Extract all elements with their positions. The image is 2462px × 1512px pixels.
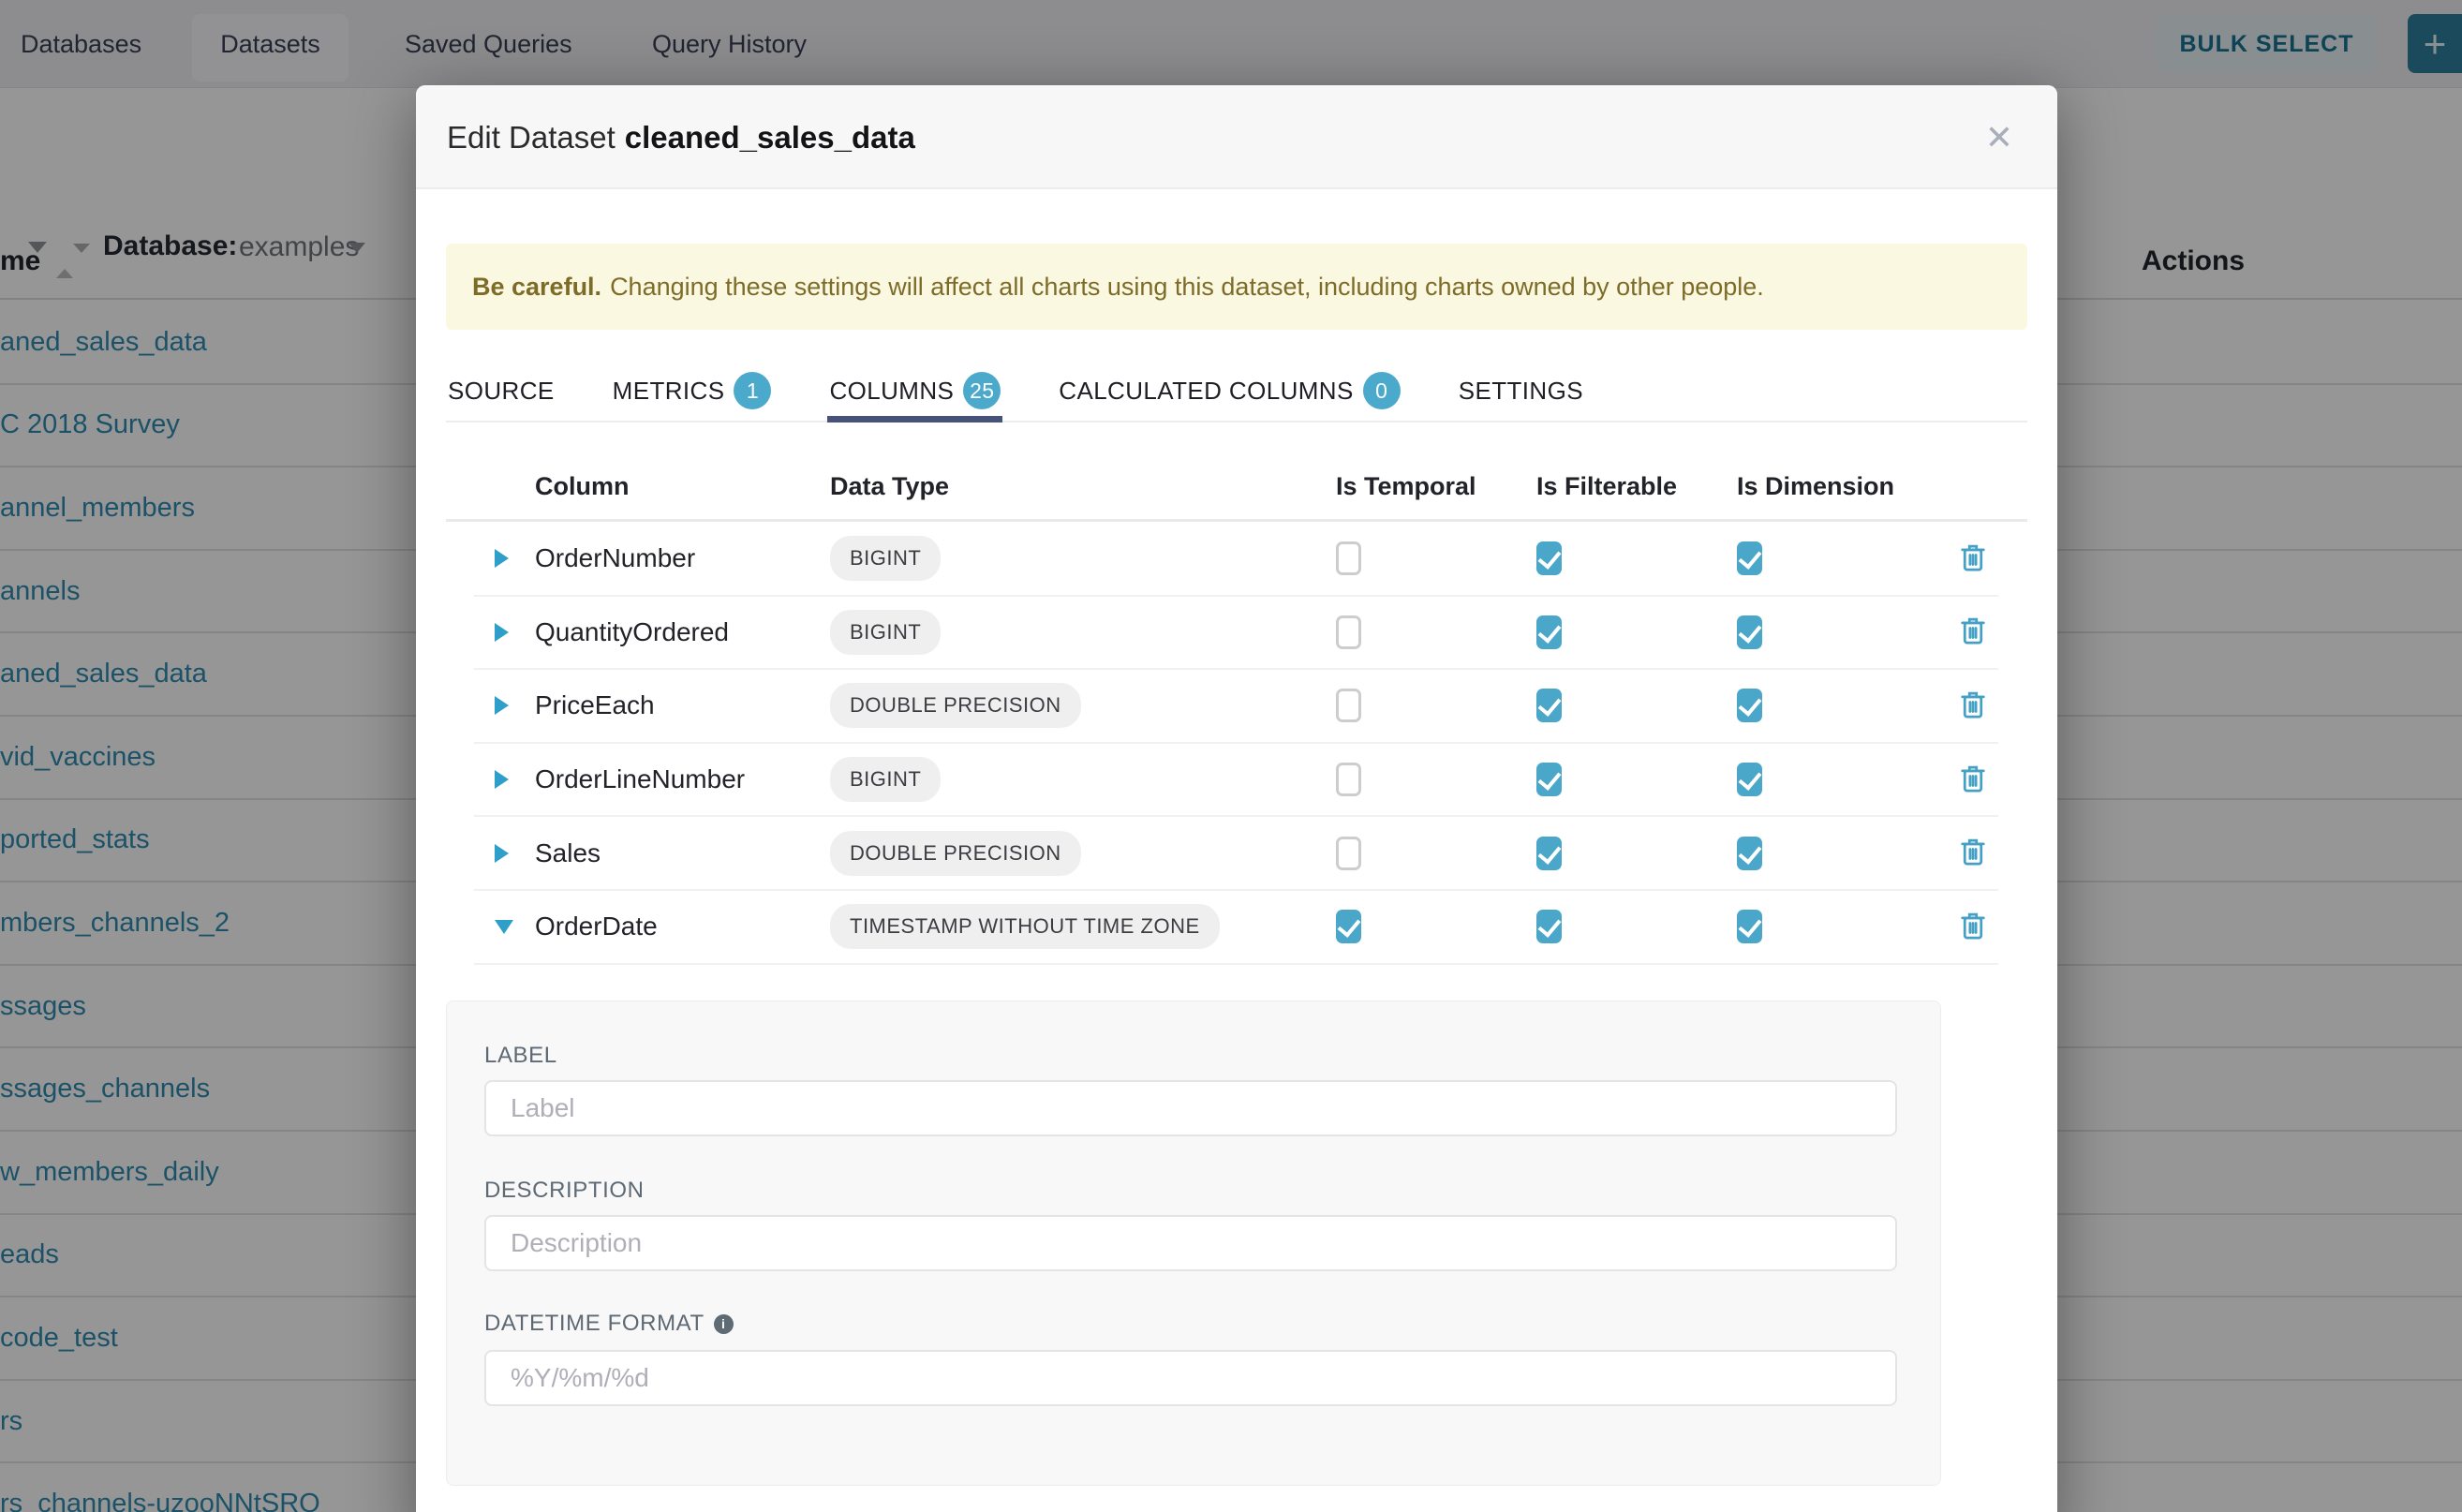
expand-caret-icon[interactable]: [495, 770, 509, 789]
delete-column-icon[interactable]: [1959, 763, 1987, 797]
column-name: OrderDate: [535, 912, 830, 941]
datetime-format-input[interactable]: [484, 1350, 1897, 1406]
is-temporal-checkbox[interactable]: [1336, 541, 1361, 575]
data-type-pill: DOUBLE PRECISION: [830, 831, 1081, 876]
column-row: OrderDate TIMESTAMP WITHOUT TIME ZONE: [474, 891, 1998, 965]
tab-columns[interactable]: COLUMNS 25: [827, 361, 1002, 421]
description-field-label: DESCRIPTION: [484, 1178, 1897, 1204]
delete-column-icon[interactable]: [1959, 910, 1987, 944]
description-input[interactable]: [484, 1215, 1897, 1271]
modal-tabs: SOURCE METRICS 1 COLUMNS 25 CALCULATED C…: [446, 361, 2027, 422]
delete-column-icon[interactable]: [1959, 615, 1987, 649]
is-filterable-checkbox[interactable]: [1536, 541, 1562, 575]
is-temporal-checkbox[interactable]: [1336, 763, 1361, 796]
tab-count-badge: 0: [1363, 372, 1401, 409]
column-row: OrderLineNumber BIGINT: [474, 744, 1998, 818]
info-icon[interactable]: i: [714, 1314, 734, 1334]
data-type-pill: BIGINT: [830, 610, 941, 655]
delete-column-icon[interactable]: [1959, 541, 1987, 576]
tab-count-badge: 25: [963, 372, 1001, 409]
expand-caret-icon[interactable]: [495, 844, 509, 863]
is-temporal-checkbox[interactable]: [1336, 689, 1361, 722]
delete-column-icon[interactable]: [1959, 836, 1987, 870]
is-filterable-checkbox[interactable]: [1536, 615, 1562, 649]
is-temporal-checkbox[interactable]: [1336, 837, 1361, 870]
edit-dataset-modal: Edit Dataset cleaned_sales_data ✕ Be car…: [416, 85, 2057, 1512]
data-type-pill: TIMESTAMP WITHOUT TIME ZONE: [830, 904, 1220, 949]
delete-column-icon[interactable]: [1959, 689, 1987, 723]
columns-table-divider: [446, 519, 2027, 522]
modal-title-prefix: Edit Dataset: [447, 120, 616, 156]
column-name: OrderNumber: [535, 543, 830, 573]
is-temporal-checkbox[interactable]: [1336, 615, 1361, 649]
is-filterable-checkbox[interactable]: [1536, 763, 1562, 796]
column-row: OrderNumber BIGINT: [474, 523, 1998, 597]
header-is-temporal: Is Temporal: [1336, 472, 1536, 501]
label-input[interactable]: [484, 1080, 1897, 1136]
label-field-label: LABEL: [484, 1043, 1897, 1069]
column-row: PriceEach DOUBLE PRECISION: [474, 670, 1998, 744]
columns-table-body: OrderNumber BIGINT QuantityOrdered BIGIN…: [474, 523, 1998, 965]
tab-count-badge: 1: [734, 372, 771, 409]
close-icon[interactable]: ✕: [1979, 117, 2020, 158]
tab-metrics[interactable]: METRICS 1: [611, 361, 774, 421]
expand-caret-icon[interactable]: [495, 623, 509, 642]
modal-title-dataset-name: cleaned_sales_data: [625, 120, 915, 156]
expand-caret-icon[interactable]: [495, 920, 513, 934]
expand-caret-icon[interactable]: [495, 696, 509, 715]
columns-table-header: Column Data Type Is Temporal Is Filterab…: [474, 460, 1998, 512]
warning-banner-bold: Be careful.: [472, 273, 601, 302]
column-name: OrderLineNumber: [535, 764, 830, 794]
is-filterable-checkbox[interactable]: [1536, 837, 1562, 870]
modal-title: Edit Dataset cleaned_sales_data: [447, 85, 915, 189]
is-dimension-checkbox[interactable]: [1737, 837, 1762, 870]
header-is-filterable: Is Filterable: [1536, 472, 1737, 501]
is-dimension-checkbox[interactable]: [1737, 763, 1762, 796]
warning-banner: Be careful. Changing these settings will…: [446, 244, 2027, 330]
data-type-pill: DOUBLE PRECISION: [830, 683, 1081, 728]
expand-caret-icon[interactable]: [495, 549, 509, 568]
warning-banner-text: Changing these settings will affect all …: [610, 273, 1764, 302]
tab-source[interactable]: SOURCE: [446, 361, 556, 421]
column-row: QuantityOrdered BIGINT: [474, 597, 1998, 671]
column-settings-panel: LABEL DESCRIPTION DATETIME FORMAT i: [446, 1001, 1941, 1486]
column-row: Sales DOUBLE PRECISION: [474, 817, 1998, 891]
datetime-format-field-label: DATETIME FORMAT i: [484, 1311, 1897, 1337]
column-name: Sales: [535, 838, 830, 868]
tab-settings[interactable]: SETTINGS: [1457, 361, 1585, 421]
data-type-pill: BIGINT: [830, 757, 941, 802]
modal-header: Edit Dataset cleaned_sales_data ✕: [416, 85, 2057, 189]
is-temporal-checkbox[interactable]: [1336, 910, 1361, 943]
header-is-dimension: Is Dimension: [1737, 472, 1948, 501]
is-dimension-checkbox[interactable]: [1737, 541, 1762, 575]
data-type-pill: BIGINT: [830, 536, 941, 581]
is-dimension-checkbox[interactable]: [1737, 615, 1762, 649]
column-name: QuantityOrdered: [535, 617, 830, 647]
column-name: PriceEach: [535, 690, 830, 720]
is-filterable-checkbox[interactable]: [1536, 910, 1562, 943]
is-dimension-checkbox[interactable]: [1737, 689, 1762, 722]
is-dimension-checkbox[interactable]: [1737, 910, 1762, 943]
header-column: Column: [535, 472, 830, 501]
header-data-type: Data Type: [830, 472, 1336, 501]
tab-calculated-columns[interactable]: CALCULATED COLUMNS 0: [1057, 361, 1402, 421]
is-filterable-checkbox[interactable]: [1536, 689, 1562, 722]
